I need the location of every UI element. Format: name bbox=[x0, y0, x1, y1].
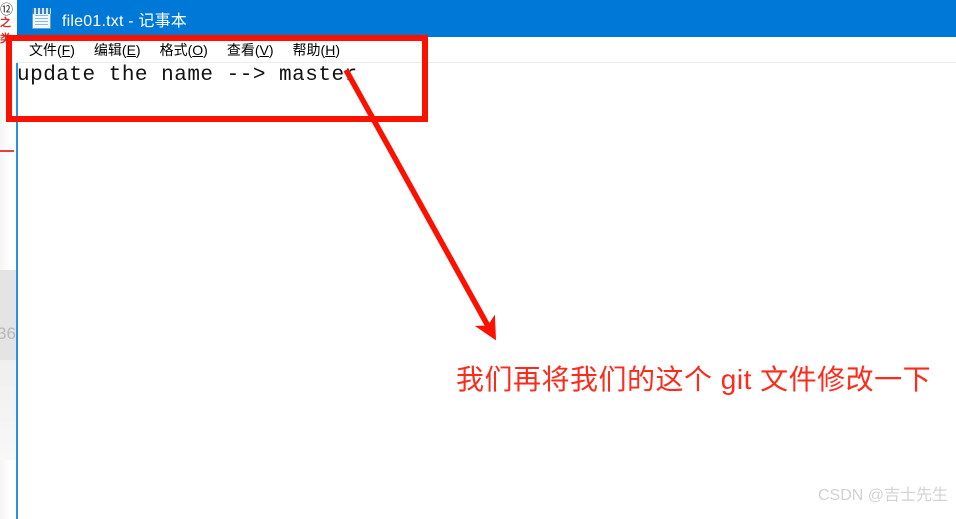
menu-item-format-label: 格式 bbox=[159, 41, 188, 58]
background-red-marker bbox=[0, 150, 14, 152]
menu-item-file-accel: F bbox=[61, 41, 71, 58]
menu-item-format-accel: O bbox=[192, 41, 204, 58]
background-shadow-band bbox=[0, 270, 16, 360]
menu-item-file-label: 文件 bbox=[29, 41, 57, 58]
csdn-watermark: CSDN @吉士先生 bbox=[817, 487, 948, 504]
screenshot-root: 36 ⑫ 之类 file01.txt - 记事本 文件(F) 编辑(E) 格式( bbox=[0, 0, 956, 519]
menu-item-help-accel: H bbox=[325, 41, 336, 58]
annotation-callout-text: 我们再将我们的这个 git 文件修改一下 bbox=[456, 364, 932, 395]
menu-item-view-accel: V bbox=[259, 41, 269, 58]
background-partial-number: 36 bbox=[0, 324, 16, 343]
menu-item-format[interactable]: 格式(O) bbox=[160, 40, 208, 60]
editor-left-edge bbox=[16, 63, 18, 519]
background-fragment-red-text: 之类 bbox=[0, 17, 11, 45]
notepad-title-bar[interactable]: file01.txt - 记事本 bbox=[17, 0, 956, 37]
menu-item-view-label: 查看 bbox=[226, 41, 255, 58]
menu-item-help-label: 帮助 bbox=[292, 41, 321, 58]
menu-bar: 文件(F) 编辑(E) 格式(O) 查看(V) 帮助(H) bbox=[17, 37, 956, 62]
menu-item-file[interactable]: 文件(F) bbox=[29, 40, 75, 60]
menu-item-edit-accel: E bbox=[126, 41, 136, 58]
background-shadow-band-lower bbox=[0, 360, 16, 460]
window-title: file01.txt - 记事本 bbox=[62, 12, 188, 30]
background-top-fragment: ⑫ 之类 bbox=[0, 0, 16, 45]
menu-item-help[interactable]: 帮助(H) bbox=[293, 40, 340, 60]
text-editor-area[interactable]: update the name --> master bbox=[16, 62, 956, 519]
notepad-icon bbox=[32, 8, 51, 29]
menu-item-edit[interactable]: 编辑(E) bbox=[94, 40, 141, 60]
notepad-window: file01.txt - 记事本 文件(F) 编辑(E) 格式(O) 查看(V)… bbox=[16, 0, 956, 519]
document-text[interactable]: update the name --> master bbox=[17, 64, 358, 87]
menu-item-edit-label: 编辑 bbox=[93, 41, 122, 58]
menu-item-view[interactable]: 查看(V) bbox=[227, 40, 274, 60]
